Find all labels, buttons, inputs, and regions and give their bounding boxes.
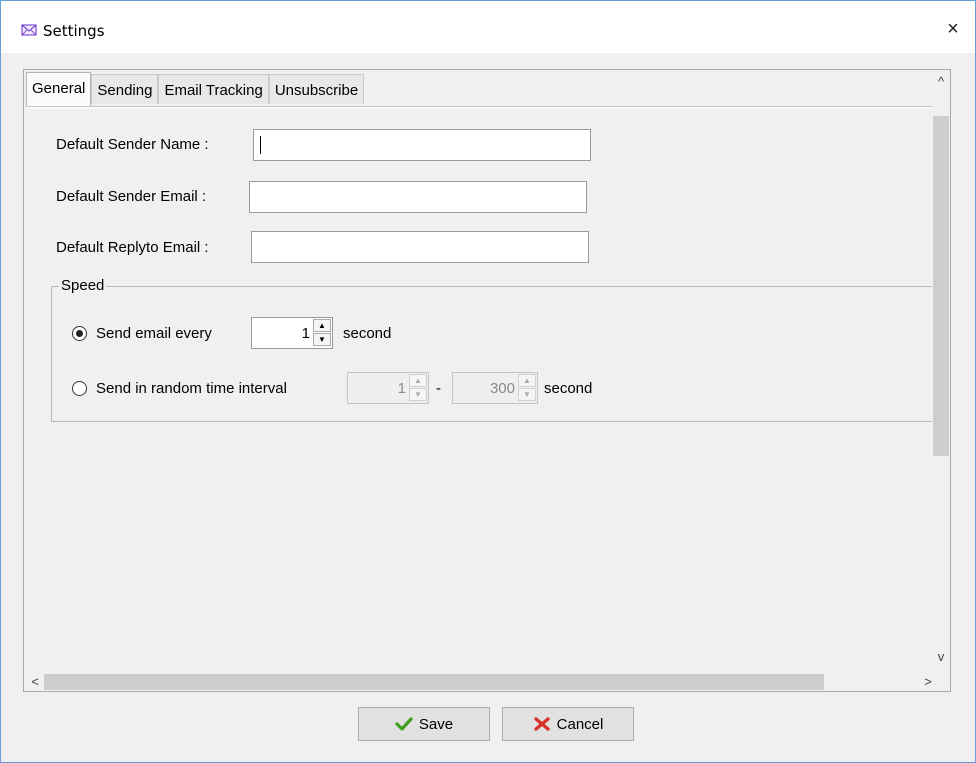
- sender-name-label: Default Sender Name :: [56, 136, 209, 153]
- tab-content-border: [26, 106, 950, 109]
- send-every-label[interactable]: Send email every: [96, 325, 212, 342]
- settings-window: Settings × General Sending Email Trackin…: [0, 0, 976, 763]
- decrement-down-icon[interactable]: ▼: [313, 333, 331, 346]
- spinner-buttons: ▲ ▼: [409, 374, 427, 402]
- increment-up-icon[interactable]: ▲: [313, 319, 331, 332]
- tab-email-tracking[interactable]: Email Tracking: [158, 74, 269, 104]
- settings-panel: General Sending Email Tracking Unsubscri…: [23, 69, 951, 692]
- cross-icon: [533, 717, 550, 731]
- send-every-radio[interactable]: [72, 326, 87, 341]
- random-max-value: 300: [489, 380, 515, 397]
- scroll-up-icon[interactable]: ^: [932, 74, 950, 89]
- tab-bar: General Sending Email Tracking Unsubscri…: [26, 72, 365, 106]
- sender-email-field[interactable]: [249, 181, 587, 213]
- decrement-down-icon: ▼: [409, 388, 427, 401]
- app-envelope-icon: [21, 24, 37, 36]
- window-title: Settings: [43, 22, 105, 40]
- vertical-scrollbar[interactable]: ^ v: [932, 70, 950, 673]
- spinner-buttons: ▲ ▼: [313, 319, 331, 347]
- sender-email-label: Default Sender Email :: [56, 188, 207, 205]
- vertical-scroll-thumb[interactable]: [933, 116, 949, 456]
- tab-sending[interactable]: Sending: [91, 74, 159, 104]
- scroll-right-icon[interactable]: >: [919, 674, 937, 689]
- random-min-spinner: 1 ▲ ▼: [347, 372, 429, 404]
- save-button-label: Save: [418, 715, 454, 733]
- scroll-left-icon[interactable]: <: [26, 674, 44, 689]
- scroll-down-icon[interactable]: v: [932, 649, 950, 664]
- horizontal-scroll-thumb[interactable]: [44, 674, 824, 690]
- random-separator: -: [436, 380, 441, 397]
- horizontal-scrollbar[interactable]: < >: [24, 673, 932, 691]
- text-caret: [260, 136, 261, 154]
- send-every-value: 1: [301, 325, 310, 342]
- checkmark-icon: [395, 717, 413, 731]
- close-icon[interactable]: ×: [939, 15, 967, 43]
- spinner-buttons: ▲ ▼: [518, 374, 536, 402]
- increment-up-icon: ▲: [409, 374, 427, 387]
- sender-name-field[interactable]: [253, 129, 591, 161]
- increment-up-icon: ▲: [518, 374, 536, 387]
- send-random-label[interactable]: Send in random time interval: [96, 380, 287, 397]
- replyto-email-label: Default Replyto Email :: [56, 239, 209, 256]
- tab-general[interactable]: General: [26, 72, 92, 106]
- radio-selected-dot: [76, 330, 83, 337]
- save-button[interactable]: Save: [358, 707, 490, 741]
- replyto-email-field[interactable]: [251, 231, 589, 263]
- cancel-button[interactable]: Cancel: [502, 707, 634, 741]
- random-min-value: 1: [397, 380, 406, 397]
- send-every-unit: second: [343, 325, 392, 342]
- send-every-spinner[interactable]: 1 ▲ ▼: [251, 317, 333, 349]
- cancel-button-label: Cancel: [556, 715, 604, 733]
- tab-unsubscribe[interactable]: Unsubscribe: [268, 74, 365, 104]
- random-unit: second: [544, 380, 593, 397]
- title-bar: Settings ×: [1, 1, 975, 53]
- random-max-spinner: 300 ▲ ▼: [452, 372, 538, 404]
- speed-group-title: Speed: [59, 277, 107, 294]
- send-random-radio[interactable]: [72, 381, 87, 396]
- decrement-down-icon: ▼: [518, 388, 536, 401]
